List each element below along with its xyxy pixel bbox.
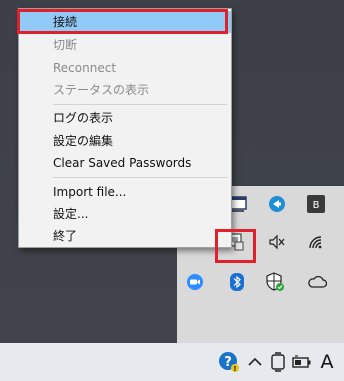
wifi-icon[interactable] (304, 230, 328, 254)
taskbar: ?! A (0, 343, 344, 381)
highlight-vpn-icon (215, 229, 256, 263)
menu-item-exit[interactable]: 終了 (19, 225, 231, 247)
menu-item-disconnect: 切断 (53, 38, 78, 52)
highlight-connect-item (17, 9, 228, 34)
menu-item-show-status: ステータスの表示 (53, 83, 150, 97)
svg-text:?: ? (224, 355, 232, 370)
menu-item-reconnect: Reconnect (53, 61, 117, 75)
speaker-muted-icon[interactable] (265, 230, 289, 254)
screen-device-icon[interactable] (268, 343, 288, 381)
help-icon[interactable]: ?! (216, 343, 242, 381)
chevron-up-icon[interactable] (245, 343, 265, 381)
menu-item-show-log[interactable]: ログの表示 (19, 107, 231, 129)
menu-item-clear-passwords[interactable]: Clear Saved Passwords (19, 152, 231, 174)
bluetooth-icon[interactable] (225, 270, 249, 294)
menu-separator (53, 104, 227, 105)
svg-text:B: B (313, 200, 320, 211)
onedrive-cloud-icon[interactable] (305, 270, 329, 294)
menu-item-edit-config[interactable]: 設定の編集 (19, 130, 231, 152)
teamviewer-arrow-icon[interactable] (265, 192, 289, 216)
defender-shield-icon[interactable] (263, 270, 287, 294)
zoom-camera-icon[interactable] (183, 270, 207, 294)
menu-item-settings[interactable]: 設定... (19, 203, 231, 225)
battery-icon[interactable] (291, 343, 313, 381)
context-menu: 接続 切断 Reconnect ステータスの表示 ログの表示 設定の編集 Cle… (18, 8, 232, 248)
ime-mode-indicator[interactable]: A (316, 343, 338, 381)
menu-item-import-file[interactable]: Import file... (19, 181, 231, 203)
bd-app-icon[interactable]: B (304, 192, 328, 216)
svg-text:!: ! (233, 365, 236, 373)
menu-separator (53, 177, 227, 178)
